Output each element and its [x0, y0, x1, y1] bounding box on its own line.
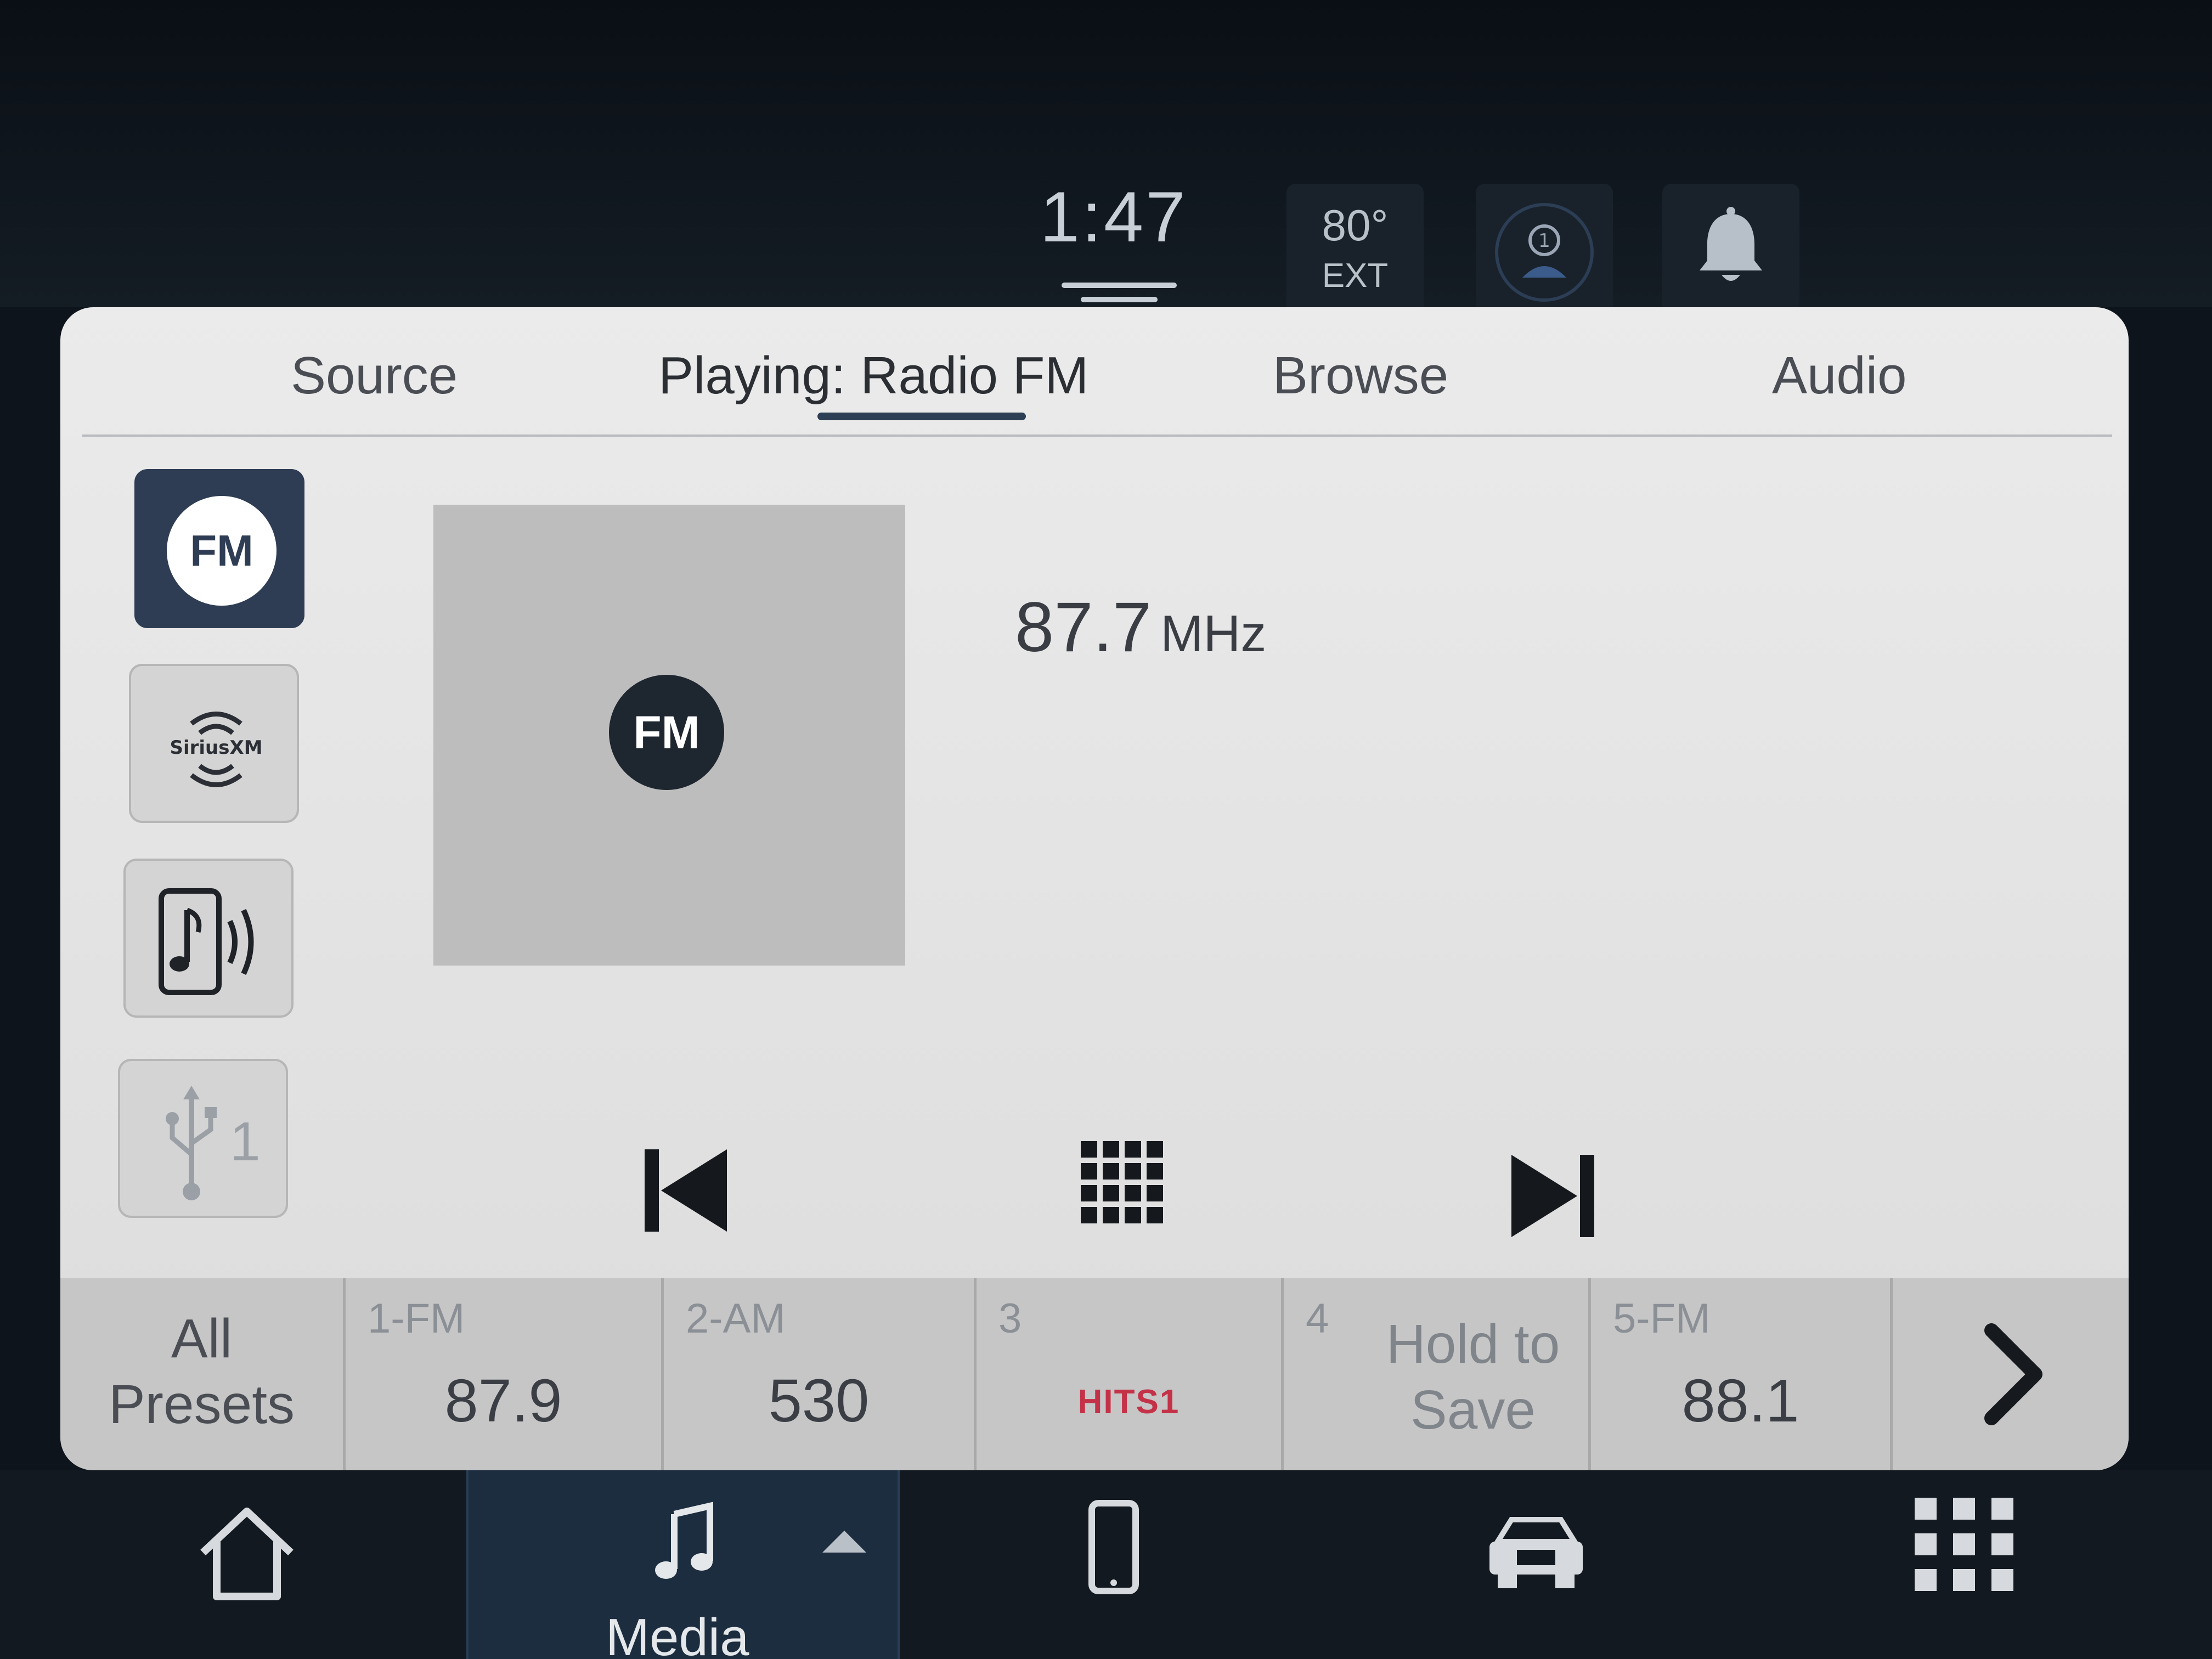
hold-line2: Save [1410, 1379, 1536, 1441]
seek-previous-button[interactable] [631, 1136, 741, 1240]
home-icon [200, 1508, 294, 1600]
nav-apps[interactable] [1882, 1470, 2046, 1659]
tab-playing[interactable]: Playing: Radio FM [658, 346, 1088, 406]
hits1-logo: HITS1 [1077, 1383, 1180, 1421]
media-panel: Source Playing: Radio FM Browse Audio FM… [60, 307, 2129, 1470]
bottom-navigation: Media [0, 1470, 2212, 1659]
music-note-icon [655, 1502, 866, 1579]
nav-phone[interactable] [1031, 1470, 1196, 1659]
album-art: FM [433, 505, 905, 966]
fm-logo: FM [609, 675, 724, 790]
preset-number: 3 [998, 1295, 1022, 1342]
preset-4[interactable]: 4 Hold to Save [1284, 1278, 1591, 1470]
driver-profile-number: 1 [1538, 230, 1550, 252]
all-presets-label-line2: Presets [108, 1374, 295, 1435]
clock-handle-icon[interactable] [1062, 283, 1177, 304]
skip-previous-icon [645, 1149, 727, 1232]
preset-5[interactable]: 5-FM 88.1 [1591, 1278, 1893, 1470]
tab-browse[interactable]: Browse [1273, 346, 1448, 406]
media-tabs: Source Playing: Radio FM Browse Audio [60, 307, 2129, 444]
presets-bar: All Presets 1-FM 87.9 2-AM 530 3 HITS1 4… [60, 1278, 2129, 1470]
temperature-value: 80° [1322, 201, 1389, 250]
seek-next-button[interactable] [1498, 1141, 1607, 1245]
preset-2[interactable]: 2-AM 530 [664, 1278, 977, 1470]
nav-media-label: Media [606, 1608, 749, 1659]
preset-frequency: 88.1 [1681, 1367, 1799, 1435]
phone-icon [1088, 1500, 1139, 1594]
outside-temperature[interactable]: 80° EXT [1286, 184, 1424, 315]
tab-source[interactable]: Source [291, 346, 458, 406]
nav-vehicle[interactable] [1454, 1470, 1618, 1659]
siriusxm-label: SiriusXM [170, 737, 262, 759]
phone-music-icon [159, 888, 254, 995]
tab-divider [82, 435, 2112, 437]
tab-audio[interactable]: Audio [1772, 346, 1907, 406]
nav-media[interactable]: Media [466, 1470, 900, 1659]
driver-profile-button[interactable]: 1 [1476, 184, 1613, 315]
preset-1[interactable]: 1-FM 87.9 [346, 1278, 664, 1470]
all-presets-label-line1: All [171, 1308, 233, 1369]
source-usb-button[interactable]: 1 [118, 1059, 288, 1218]
hold-to-save-hint: Hold to Save [1372, 1311, 1575, 1443]
frequency-value: 87.7 [1015, 588, 1152, 667]
preset-frequency: 87.9 [444, 1367, 562, 1435]
clock[interactable]: 1:47 [1031, 176, 1196, 258]
temperature-label: EXT [1322, 257, 1389, 295]
source-siriusxm-button[interactable]: SiriusXM [129, 664, 299, 823]
usb-port-number: 1 [230, 1111, 261, 1172]
nav-home[interactable] [165, 1470, 329, 1659]
apps-grid-icon [1915, 1498, 2013, 1591]
expand-up-icon [822, 1531, 866, 1553]
direct-tune-button[interactable] [1075, 1136, 1169, 1234]
notifications-button[interactable] [1662, 184, 1799, 315]
fm-icon: FM [167, 496, 276, 606]
status-bar: 1:47 80° EXT 1 [0, 0, 2212, 315]
siriusxm-icon: SiriusXM [170, 712, 263, 787]
preset-3[interactable]: 3 HITS1 [977, 1278, 1284, 1470]
truck-icon [1489, 1517, 1583, 1588]
preset-number: 4 [1306, 1295, 1329, 1342]
next-presets-button[interactable] [1893, 1278, 2129, 1470]
station-frequency: 87.7 MHz [1015, 587, 1266, 668]
preset-number: 1-FM [368, 1295, 465, 1342]
chevron-right-icon [1984, 1323, 2042, 1425]
bell-icon [1700, 207, 1762, 281]
hold-line1: Hold to [1386, 1313, 1560, 1375]
driver-profile-icon: 1 [1495, 203, 1594, 302]
source-fm-button[interactable]: FM [134, 469, 304, 628]
keypad-grid-icon [1081, 1141, 1163, 1223]
active-tab-indicator [817, 413, 1026, 420]
source-bluetooth-audio-button[interactable] [123, 859, 294, 1018]
frequency-unit: MHz [1160, 605, 1267, 662]
preset-number: 5-FM [1613, 1295, 1711, 1342]
preset-number: 2-AM [686, 1295, 786, 1342]
preset-frequency: 530 [768, 1367, 870, 1435]
skip-next-icon [1511, 1155, 1594, 1237]
all-presets-button[interactable]: All Presets [60, 1278, 346, 1470]
